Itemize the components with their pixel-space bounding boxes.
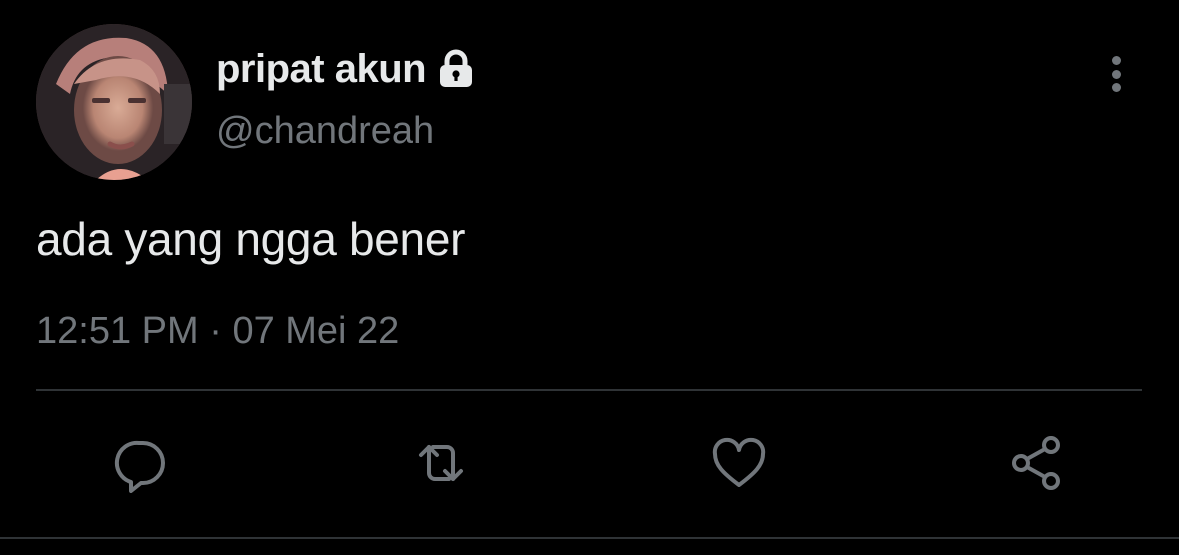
more-options-button[interactable] [1096,52,1136,96]
retweet-button[interactable] [408,430,474,496]
more-vertical-icon [1111,56,1121,65]
action-bar [0,430,1179,496]
lock-icon [440,49,473,87]
tweet-text: ada yang ngga bener [36,213,466,265]
meta-separator: · [209,310,222,352]
heart-icon [712,437,766,487]
like-button[interactable] [706,430,772,496]
tweet-timestamp[interactable]: 12:51 PM · 07 Mei 22 [36,310,399,353]
retweet-icon [419,445,463,481]
user-handle[interactable]: @chandreah [216,110,434,153]
divider [36,389,1142,391]
tweet-date: 07 Mei 22 [232,310,400,352]
reply-button[interactable] [108,430,174,496]
reply-icon [114,440,165,493]
more-vertical-icon-dot [1111,69,1121,79]
display-name[interactable]: pripat akun [216,47,427,92]
display-name-row: pripat akun [216,44,478,94]
avatar-image [36,24,192,180]
divider [0,537,1179,539]
tweet-time: 12:51 PM [36,310,199,352]
more-vertical-icon-dot [1111,83,1121,92]
share-icon [1012,436,1060,490]
avatar[interactable] [36,24,192,180]
share-button[interactable] [1004,430,1070,496]
